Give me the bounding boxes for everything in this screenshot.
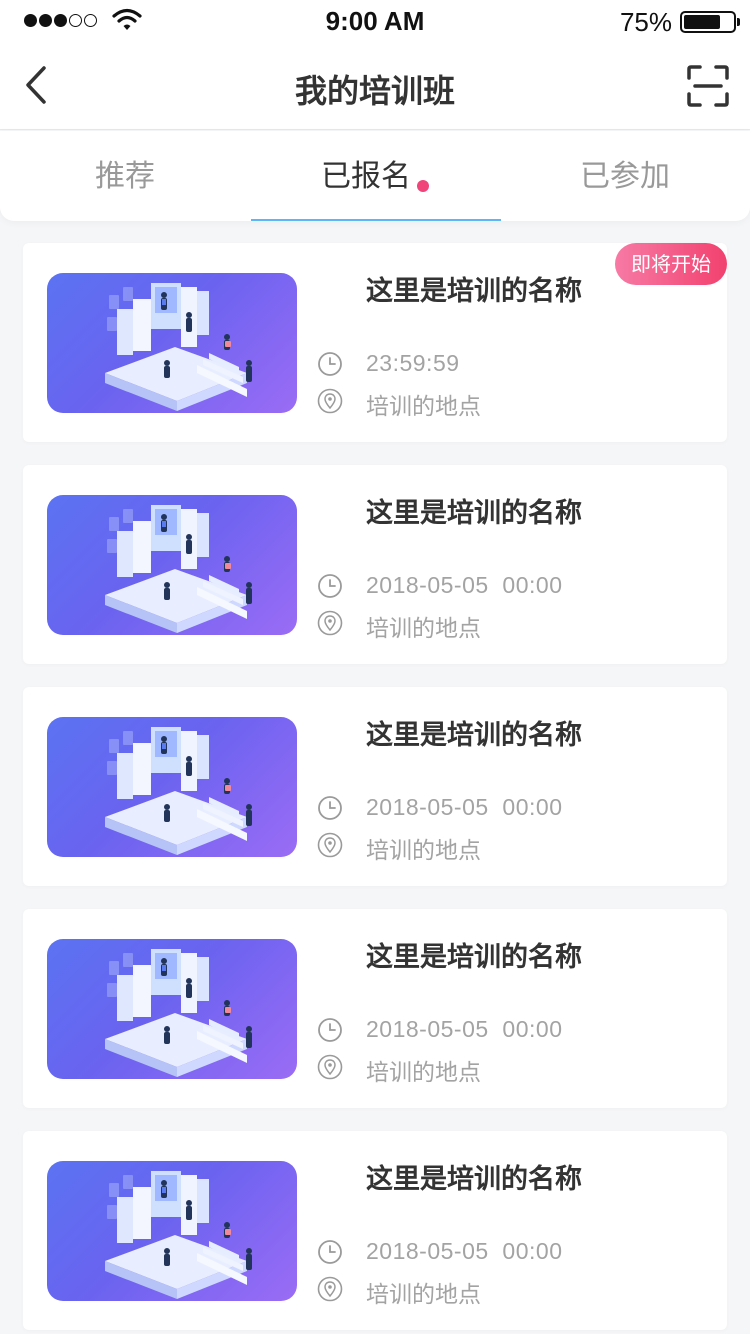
training-time: 2018-05-05 00:00 <box>366 1016 563 1042</box>
training-time: 23:59:59 <box>366 350 460 376</box>
tab-recommend[interactable]: 推荐 <box>0 131 250 221</box>
training-illustration-icon <box>105 283 252 411</box>
tab-bar: 推荐 已报名 已参加 <box>0 131 750 221</box>
training-thumbnail <box>47 273 297 413</box>
training-list: 这里是培训的名称 23:59:59 培训的地点 即将开始 这里是培训的名称 20… <box>23 243 727 1334</box>
training-card[interactable]: 这里是培训的名称 2018-05-05 00:00 培训的地点 <box>23 909 727 1108</box>
tab-label: 已参加 <box>580 159 670 194</box>
training-card[interactable]: 这里是培训的名称 2018-05-05 00:00 培训的地点 <box>23 687 727 886</box>
clock-icon <box>318 1240 342 1264</box>
training-thumbnail <box>47 495 297 635</box>
clock-icon <box>318 1018 342 1042</box>
battery-icon <box>680 11 740 33</box>
training-location: 培训的地点 <box>366 394 481 420</box>
training-title: 这里是培训的名称 <box>366 720 582 751</box>
location-pin-icon <box>317 1054 343 1080</box>
training-time: 2018-05-05 00:00 <box>366 794 563 820</box>
training-title: 这里是培训的名称 <box>366 498 582 529</box>
training-card[interactable]: 这里是培训的名称 23:59:59 培训的地点 即将开始 <box>23 243 727 442</box>
location-pin-icon <box>317 388 343 414</box>
tab-label: 已报名 <box>321 159 411 194</box>
chevron-left-icon <box>26 66 46 104</box>
training-illustration-icon <box>105 1171 252 1299</box>
active-tab-indicator <box>251 219 501 221</box>
scan-button[interactable] <box>686 64 730 108</box>
clock-icon <box>318 574 342 598</box>
training-time: 2018-05-05 00:00 <box>366 572 563 598</box>
tab-label: 推荐 <box>95 159 155 194</box>
training-illustration-icon <box>105 505 252 633</box>
location-pin-icon <box>317 832 343 858</box>
nav-bar: 我的培训班 <box>0 40 750 130</box>
training-card[interactable]: 这里是培训的名称 2018-05-05 00:00 培训的地点 <box>23 465 727 664</box>
status-bar: 9:00 AM 75% <box>0 0 750 40</box>
tab-registered[interactable]: 已报名 <box>250 131 500 221</box>
training-card[interactable]: 这里是培训的名称 2018-05-05 00:00 培训的地点 <box>23 1131 727 1330</box>
tab-joined[interactable]: 已参加 <box>500 131 750 221</box>
status-badge: 即将开始 <box>615 243 727 285</box>
training-illustration-icon <box>105 727 252 855</box>
clock-icon <box>318 796 342 820</box>
training-title: 这里是培训的名称 <box>366 942 582 973</box>
battery-percent: 75% <box>619 7 672 37</box>
training-thumbnail <box>47 939 297 1079</box>
training-time: 2018-05-05 00:00 <box>366 1238 563 1264</box>
training-location: 培训的地点 <box>366 1282 481 1308</box>
training-thumbnail <box>47 1161 297 1301</box>
training-location: 培训的地点 <box>366 616 481 642</box>
training-illustration-icon <box>105 949 252 1077</box>
training-title: 这里是培训的名称 <box>366 1164 582 1195</box>
training-title: 这里是培训的名称 <box>366 276 582 307</box>
training-location: 培训的地点 <box>366 838 481 864</box>
location-pin-icon <box>317 610 343 636</box>
training-location: 培训的地点 <box>366 1060 481 1086</box>
page-title: 我的培训班 <box>294 72 455 110</box>
clock-icon <box>318 352 342 376</box>
unread-dot <box>417 180 429 192</box>
scan-icon <box>687 65 729 107</box>
location-pin-icon <box>317 1276 343 1302</box>
back-button[interactable] <box>18 62 62 108</box>
training-thumbnail <box>47 717 297 857</box>
